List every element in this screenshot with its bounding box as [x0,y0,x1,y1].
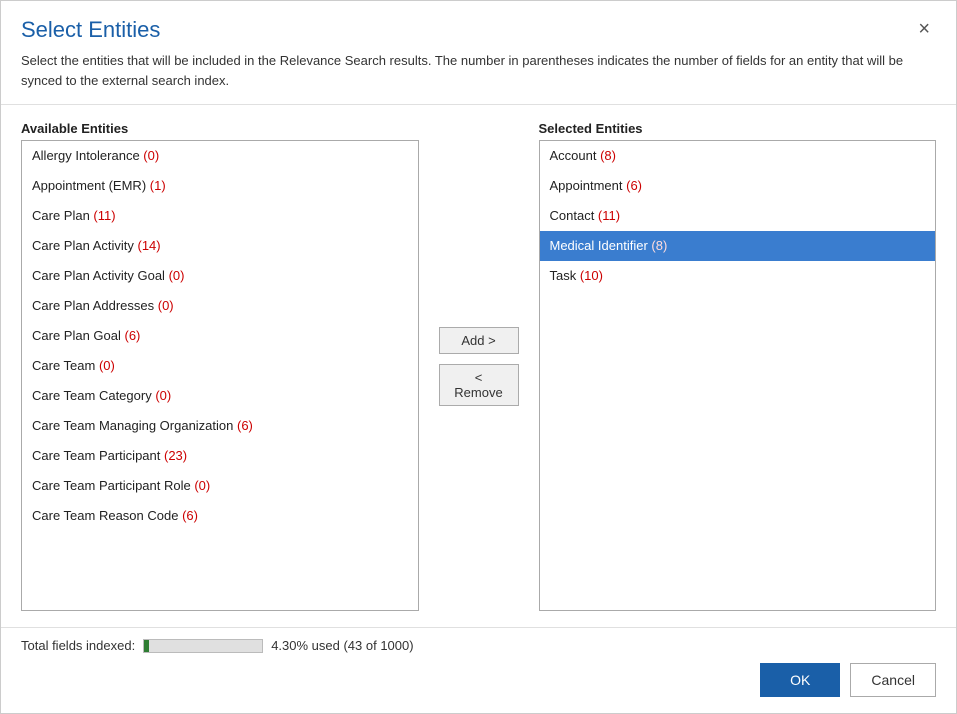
dialog-description: Select the entities that will be include… [21,51,936,90]
list-item[interactable]: Medical Identifier (8) [540,231,936,261]
columns-area: Available Entities Allergy Intolerance (… [1,105,956,627]
list-item[interactable]: Appointment (6) [540,171,936,201]
dialog-footer: Total fields indexed: 4.30% used (43 of … [1,627,956,713]
list-item[interactable]: Allergy Intolerance (0) [22,141,418,171]
available-entities-panel: Available Entities Allergy Intolerance (… [21,121,419,611]
list-item[interactable]: Care Plan (11) [22,201,418,231]
list-item[interactable]: Care Plan Goal (6) [22,321,418,351]
selected-entity-list[interactable]: Account (8)Appointment (6)Contact (11)Me… [540,141,936,610]
list-item[interactable]: Care Team (0) [22,351,418,381]
list-item[interactable]: Care Plan Activity (14) [22,231,418,261]
action-buttons: OK Cancel [21,663,936,697]
dialog-header: Select Entities Select the entities that… [1,1,956,90]
list-item[interactable]: Care Team Managing Organization (6) [22,411,418,441]
list-item[interactable]: Care Plan Addresses (0) [22,291,418,321]
transfer-buttons-area: Add > < Remove [419,121,539,611]
list-item[interactable]: Appointment (EMR) (1) [22,171,418,201]
progress-row: Total fields indexed: 4.30% used (43 of … [21,638,936,653]
list-item[interactable]: Care Team Participant (23) [22,441,418,471]
dialog-title: Select Entities [21,17,936,43]
progress-label: Total fields indexed: [21,638,135,653]
list-item[interactable]: Account (8) [540,141,936,171]
available-panel-label: Available Entities [21,121,419,136]
available-entity-list[interactable]: Allergy Intolerance (0)Appointment (EMR)… [22,141,418,610]
remove-button[interactable]: < Remove [439,364,519,406]
list-item[interactable]: Care Team Reason Code (6) [22,501,418,531]
selected-list-container: Account (8)Appointment (6)Contact (11)Me… [539,140,937,611]
cancel-button[interactable]: Cancel [850,663,936,697]
list-item[interactable]: Task (10) [540,261,936,291]
select-entities-dialog: Select Entities Select the entities that… [0,0,957,714]
selected-panel-label: Selected Entities [539,121,937,136]
close-button[interactable]: × [912,17,936,41]
progress-bar-container [143,639,263,653]
ok-button[interactable]: OK [760,663,840,697]
selected-entities-panel: Selected Entities Account (8)Appointment… [539,121,937,611]
available-list-container: Allergy Intolerance (0)Appointment (EMR)… [21,140,419,611]
list-item[interactable]: Care Plan Activity Goal (0) [22,261,418,291]
list-item[interactable]: Care Team Category (0) [22,381,418,411]
list-item[interactable]: Contact (11) [540,201,936,231]
progress-text: 4.30% used (43 of 1000) [271,638,413,653]
list-item[interactable]: Care Team Participant Role (0) [22,471,418,501]
add-button[interactable]: Add > [439,327,519,354]
progress-bar-fill [144,640,149,652]
